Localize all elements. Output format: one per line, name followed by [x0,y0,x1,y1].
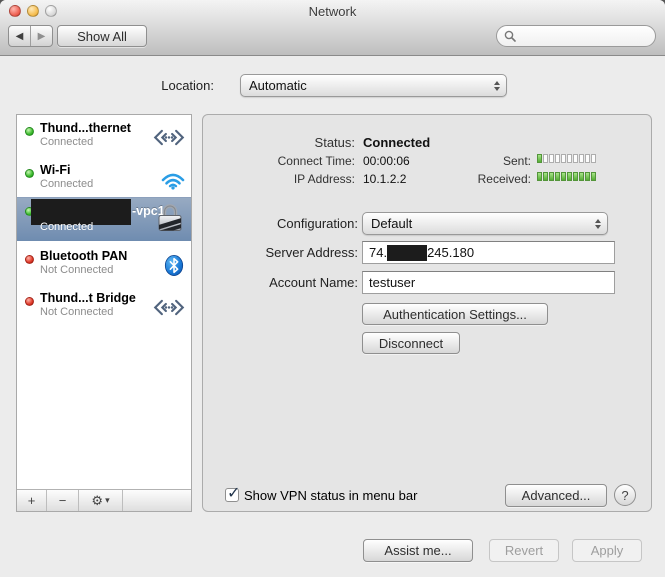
service-name: Thund...t Bridge [40,291,136,305]
service-name: Wi-Fi [40,163,70,177]
account-name-field[interactable]: testuser [362,271,615,294]
revert-button[interactable]: Revert [489,539,559,562]
server-address-field[interactable]: 74. 245.180 [362,241,615,264]
gear-icon: ⚙ [91,493,103,509]
status-label: Status: [240,135,355,150]
forward-button[interactable]: ▶ [30,26,52,46]
service-status: Not Connected [40,264,113,276]
checkmark-icon: ✓ [227,483,240,503]
disconnect-button[interactable]: Disconnect [362,332,460,354]
show-vpn-status-checkbox[interactable]: ✓ [225,488,239,502]
add-service-button[interactable]: + [17,490,47,511]
chevron-down-icon: ▾ [105,495,110,506]
server-address-suffix: 245.180 [427,245,474,260]
server-address-label: Server Address: [210,245,358,260]
back-button[interactable]: ◀ [9,26,30,46]
server-address-prefix: 74. [369,245,387,260]
window-title: Network [0,4,665,19]
ethernet-icon [153,129,185,152]
service-row-thunderbolt-ethernet[interactable]: Thund...thernet Connected [17,119,191,161]
service-status: Connected [40,136,93,148]
status-dot-connected [25,127,34,136]
service-name: Thund...thernet [40,121,131,135]
location-label: Location: [130,78,214,93]
advanced-button[interactable]: Advanced... [505,484,607,507]
location-popup[interactable]: Automatic [240,74,507,97]
service-status: Not Connected [40,306,113,318]
received-label: Received: [455,172,531,186]
popup-stepper-icon [494,81,500,91]
connect-time-value: 00:00:06 [363,154,410,168]
show-vpn-status-label: Show VPN status in menu bar [244,488,417,503]
services-list-toolbar: + − ⚙▾ [17,489,191,511]
authentication-settings-button[interactable]: Authentication Settings... [362,303,548,325]
ip-address-label: IP Address: [240,172,355,186]
popup-stepper-icon [595,219,601,229]
status-dot-not-connected [25,297,34,306]
services-list: Thund...thernet Connected Wi-Fi Connecte… [16,114,192,512]
configuration-label: Configuration: [210,216,358,231]
service-row-bluetooth-pan[interactable]: Bluetooth PAN Not Connected [17,247,191,289]
status-dot-not-connected [25,255,34,264]
service-actions-button[interactable]: ⚙▾ [79,490,123,511]
assist-me-button[interactable]: Assist me... [363,539,473,562]
redacted-server-octets [387,245,427,261]
status-value: Connected [363,135,430,150]
configuration-popup-value: Default [371,216,412,231]
account-name-label: Account Name: [210,275,358,290]
search-icon [504,30,516,42]
show-all-button[interactable]: Show All [57,25,147,47]
wifi-icon [161,170,185,195]
connect-time-label: Connect Time: [240,154,355,168]
service-status: Connected [40,178,93,190]
help-button[interactable]: ? [614,484,636,506]
ip-address-value: 10.1.2.2 [363,172,406,186]
search-field[interactable] [496,25,656,47]
location-popup-value: Automatic [249,78,307,93]
service-name: Bluetooth PAN [40,249,127,263]
back-forward-control: ◀ ▶ [8,25,53,47]
service-status: Connected [40,221,93,233]
ethernet-icon [153,299,185,322]
service-row-thunderbolt-bridge[interactable]: Thund...t Bridge Not Connected [17,289,191,331]
search-input[interactable] [520,28,645,44]
status-dot-connected [25,169,34,178]
sent-meter [537,154,597,163]
received-meter [537,172,597,181]
apply-button[interactable]: Apply [572,539,642,562]
sent-label: Sent: [455,154,531,168]
bluetooth-icon [163,255,185,282]
service-row-vpn[interactable]: -vpc1 Connected [17,197,191,241]
account-name-value: testuser [369,275,415,290]
window-chrome: Network ◀ ▶ Show All [0,0,665,56]
configuration-popup[interactable]: Default [362,212,608,235]
lock-icon [155,201,185,238]
network-preferences-window: Network ◀ ▶ Show All Location: Automatic… [0,0,665,577]
remove-service-button[interactable]: − [47,490,79,511]
